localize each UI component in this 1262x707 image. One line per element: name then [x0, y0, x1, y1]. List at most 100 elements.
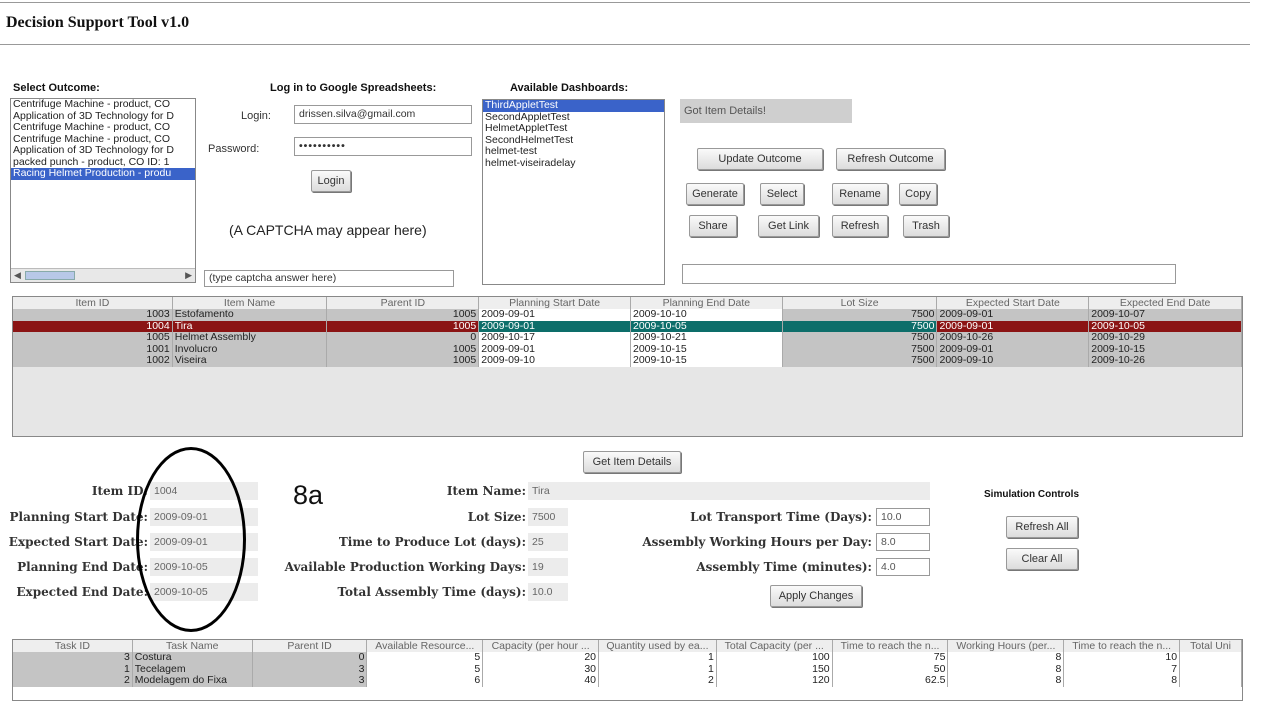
table-cell[interactable]: 40 [483, 675, 600, 687]
table-row[interactable]: 1005 Helmet Assembly 0 2009-10-17 2009-10-21… [13, 332, 1242, 344]
tasks-column-header[interactable]: Capacity (per hour ... [483, 640, 600, 652]
login-button[interactable]: Login [311, 170, 351, 192]
table-cell[interactable]: 10 [1064, 652, 1181, 664]
dashboards-list-item[interactable]: HelmetAppletTest [483, 122, 664, 135]
captcha-input[interactable]: (type captcha answer here) [204, 270, 454, 287]
table-cell[interactable]: 75 [832, 652, 949, 664]
table-cell[interactable]: 62.5 [832, 675, 949, 687]
scroll-left-icon[interactable]: ◀ [14, 270, 21, 281]
table-cell[interactable]: 2009-09-10 [937, 355, 1090, 367]
password-input[interactable]: •••••••••• [294, 137, 472, 156]
table-cell[interactable]: 8 [948, 675, 1065, 687]
table-cell[interactable]: 6 [367, 675, 484, 687]
table-cell[interactable]: 5 [367, 652, 484, 664]
table-cell[interactable]: 2 [599, 675, 717, 687]
table-cell[interactable]: 30 [483, 663, 600, 675]
table-cell[interactable]: Estofamento [172, 309, 328, 321]
table-cell[interactable]: 7500 [782, 355, 938, 367]
table-cell[interactable]: Modelagem do Fixa [132, 675, 253, 687]
lot-transport-input[interactable]: 10.0 [876, 508, 930, 526]
get-link-button[interactable]: Get Link [758, 215, 819, 237]
table-cell[interactable]: 2009-10-26 [1089, 355, 1242, 367]
table-cell[interactable]: 0 [252, 652, 368, 664]
table-cell[interactable]: 20 [483, 652, 600, 664]
items-table[interactable]: Item ID Item Name Parent ID Planning Start … [12, 296, 1243, 437]
outcome-list-item[interactable]: Centrifuge Machine - product, CO [11, 99, 195, 111]
refresh-button[interactable]: Refresh [832, 215, 888, 237]
table-row[interactable]: 1 Tecelagem 3 5 30 1 150 50 8 7 [13, 663, 1242, 675]
tasks-column-header[interactable]: Time to reach the n... [833, 640, 949, 652]
outcome-list[interactable]: Centrifuge Machine - product, CO Applicat… [10, 98, 196, 283]
refresh-outcome-button[interactable]: Refresh Outcome [836, 148, 945, 170]
table-cell[interactable]: 3 [252, 675, 368, 687]
table-cell[interactable]: 2009-09-01 [937, 343, 1090, 355]
table-cell[interactable]: Tecelagem [132, 663, 253, 675]
table-row[interactable]: 1004 Tira 1005 2009-09-01 2009-10-05 7500 2009… [13, 320, 1242, 332]
outcome-scrollbar[interactable]: ◀ ▶ [11, 268, 195, 282]
table-cell[interactable]: Helmet Assembly [172, 332, 328, 344]
table-cell[interactable]: 1005 [327, 320, 480, 332]
table-cell[interactable]: 1 [599, 652, 717, 664]
items-column-header[interactable]: Item ID [13, 297, 173, 309]
table-cell[interactable]: 2009-10-05 [1089, 320, 1242, 332]
table-cell[interactable] [1180, 652, 1242, 664]
table-cell[interactable]: 2009-10-17 [479, 332, 631, 344]
table-cell[interactable]: 1005 [13, 332, 173, 344]
table-cell[interactable]: 1003 [13, 309, 173, 321]
table-cell[interactable]: 2009-09-01 [937, 320, 1090, 332]
tasks-column-header[interactable]: Total Capacity (per ... [717, 640, 833, 652]
select-button[interactable]: Select [760, 183, 804, 205]
tasks-column-header[interactable]: Total Uni [1180, 640, 1242, 652]
table-cell[interactable]: 8 [948, 652, 1065, 664]
tasks-column-header[interactable]: Working Hours (per... [948, 640, 1065, 652]
table-cell[interactable]: 1002 [13, 355, 173, 367]
dashboards-list-item[interactable]: helmet-test [483, 145, 664, 158]
items-column-header[interactable]: Expected Start Date [937, 297, 1090, 309]
refresh-all-button[interactable]: Refresh All [1006, 516, 1078, 538]
assembly-time-input[interactable]: 4.0 [876, 558, 930, 576]
get-item-details-button[interactable]: Get Item Details [583, 451, 681, 473]
link-output-field[interactable] [682, 264, 1176, 284]
table-cell[interactable]: 0 [327, 332, 480, 344]
trash-button[interactable]: Trash [903, 215, 949, 237]
table-cell[interactable]: 2009-09-10 [479, 355, 631, 367]
table-cell[interactable]: 2009-10-21 [630, 332, 783, 344]
table-cell[interactable]: 2009-09-01 [479, 320, 631, 332]
table-cell[interactable]: 1 [13, 663, 133, 675]
table-cell[interactable]: 2009-10-15 [630, 355, 783, 367]
table-cell[interactable]: 2009-09-01 [479, 343, 631, 355]
tasks-column-header[interactable]: Time to reach the n... [1064, 640, 1181, 652]
table-cell[interactable]: 2009-10-05 [630, 320, 783, 332]
table-cell[interactable] [1180, 663, 1242, 675]
scroll-right-icon[interactable]: ▶ [185, 270, 192, 281]
table-cell[interactable]: 2009-10-15 [1089, 343, 1242, 355]
table-cell[interactable]: Costura [132, 652, 253, 664]
table-cell[interactable]: 1005 [327, 309, 480, 321]
tasks-column-header[interactable]: Task ID [13, 640, 133, 652]
table-cell[interactable]: 7500 [782, 332, 938, 344]
outcome-list-item[interactable]: Centrifuge Machine - product, CO [11, 121, 195, 134]
table-cell[interactable]: 2009-09-01 [479, 309, 631, 321]
generate-button[interactable]: Generate [686, 183, 744, 205]
table-cell[interactable]: Tira [172, 320, 328, 332]
items-column-header[interactable]: Planning End Date [631, 297, 783, 309]
table-cell[interactable]: 1 [599, 663, 717, 675]
copy-button[interactable]: Copy [899, 183, 937, 205]
tasks-column-header[interactable]: Task Name [133, 640, 253, 652]
update-outcome-button[interactable]: Update Outcome [697, 148, 823, 170]
table-cell[interactable]: 2009-09-01 [937, 309, 1090, 321]
table-cell[interactable]: 150 [716, 663, 833, 675]
table-cell[interactable]: 2009-10-29 [1089, 332, 1242, 344]
table-cell[interactable]: Viseira [172, 355, 328, 367]
table-cell[interactable]: 7500 [782, 343, 938, 355]
table-cell[interactable]: 1004 [13, 320, 173, 332]
rename-button[interactable]: Rename [832, 183, 888, 205]
table-cell[interactable]: 1001 [13, 343, 173, 355]
items-column-header[interactable]: Lot Size [783, 297, 938, 309]
table-cell[interactable]: 8 [1064, 675, 1181, 687]
table-cell[interactable]: 7500 [782, 309, 938, 321]
scroll-thumb[interactable] [25, 271, 75, 280]
table-cell[interactable]: 5 [367, 663, 484, 675]
table-cell[interactable]: 100 [716, 652, 833, 664]
table-cell[interactable]: 7500 [782, 320, 938, 332]
